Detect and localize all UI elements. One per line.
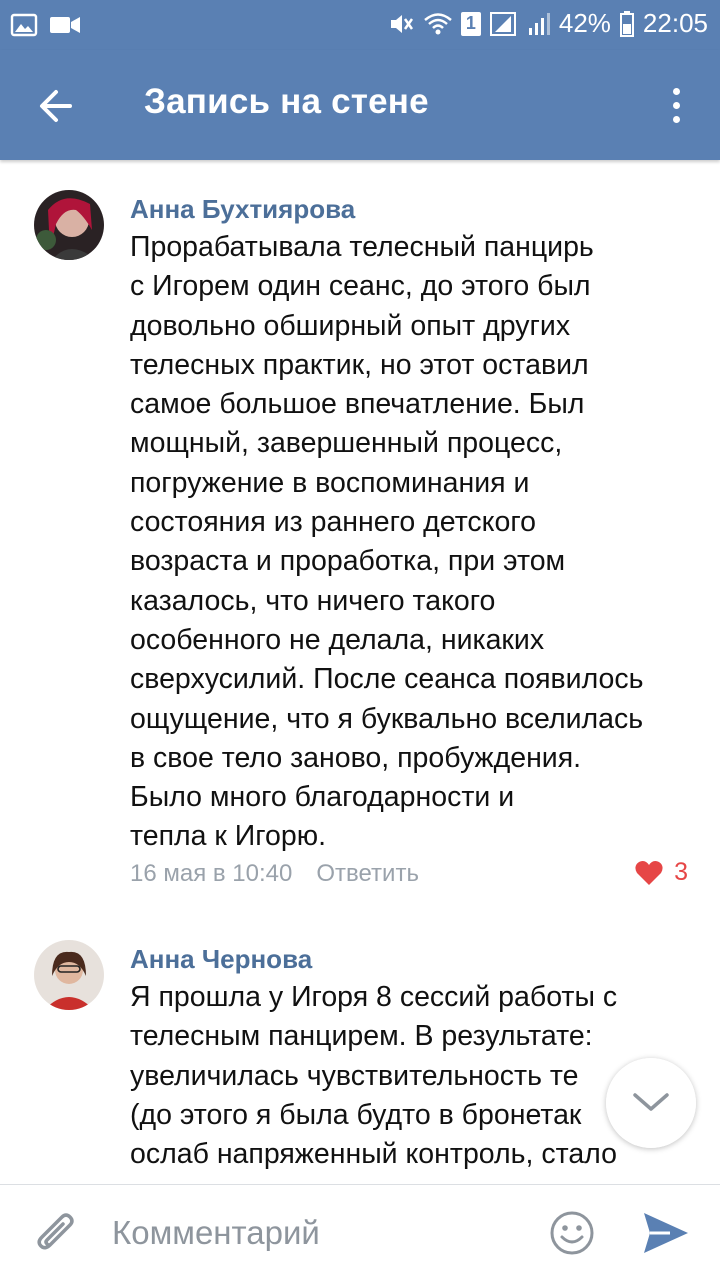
sim-badge: 1 xyxy=(460,11,481,36)
signal-bars-icon xyxy=(528,12,550,35)
status-bar: 1 42% 22:05 xyxy=(0,0,720,50)
battery-icon xyxy=(619,10,634,37)
mute-icon xyxy=(390,14,413,33)
battery-percent: 42% xyxy=(558,8,611,38)
comment-input[interactable] xyxy=(110,1207,534,1259)
comment-date: 16 мая в 10:40 xyxy=(130,860,293,887)
avatar[interactable] xyxy=(34,190,104,260)
send-icon xyxy=(644,1213,688,1253)
dot-icon xyxy=(672,87,680,95)
avatar-photo xyxy=(34,940,104,1010)
like-button[interactable]: 3 xyxy=(634,858,688,887)
dot-icon xyxy=(672,115,680,123)
page-title: Запись на стене xyxy=(144,82,429,121)
gallery-notification-icon xyxy=(10,13,38,37)
smiley-icon xyxy=(550,1211,594,1255)
signal-icon xyxy=(489,11,516,36)
comment-item: Анна Чернова Я прошла у Игоря 8 сессий р… xyxy=(0,910,720,1190)
chevron-down-icon xyxy=(633,1093,669,1111)
dot-icon xyxy=(672,101,680,109)
app-bar: Запись на стене xyxy=(0,50,720,160)
comment-author[interactable]: Анна Бухтиярова xyxy=(130,194,355,225)
more-options-button[interactable] xyxy=(656,80,696,130)
arrow-back-icon xyxy=(40,90,72,122)
wifi-icon xyxy=(424,12,452,34)
clock: 22:05 xyxy=(642,8,708,38)
send-button[interactable] xyxy=(640,1209,692,1257)
emoji-button[interactable] xyxy=(548,1209,596,1257)
comment-meta: 16 мая в 10:40 Ответить xyxy=(130,860,419,888)
comment-item: Анна Бухтиярова Прорабатывала телесный п… xyxy=(0,160,720,900)
comment-author[interactable]: Анна Чернова xyxy=(130,944,312,975)
video-notification-icon xyxy=(50,17,80,33)
attach-button[interactable] xyxy=(32,1209,82,1259)
comment-composer xyxy=(0,1184,720,1281)
heart-icon xyxy=(635,860,663,885)
reply-button[interactable]: Ответить xyxy=(316,860,419,888)
comment-text: Прорабатывала телесный панцирь с Игорем … xyxy=(130,231,644,853)
avatar-photo xyxy=(34,190,104,260)
back-button[interactable] xyxy=(28,78,84,134)
scroll-down-button[interactable] xyxy=(606,1058,696,1148)
paperclip-icon xyxy=(37,1213,74,1250)
like-count: 3 xyxy=(674,858,688,886)
comment-text: Я прошла у Игоря 8 сессий работы с телес… xyxy=(130,981,618,1171)
avatar[interactable] xyxy=(34,940,104,1010)
